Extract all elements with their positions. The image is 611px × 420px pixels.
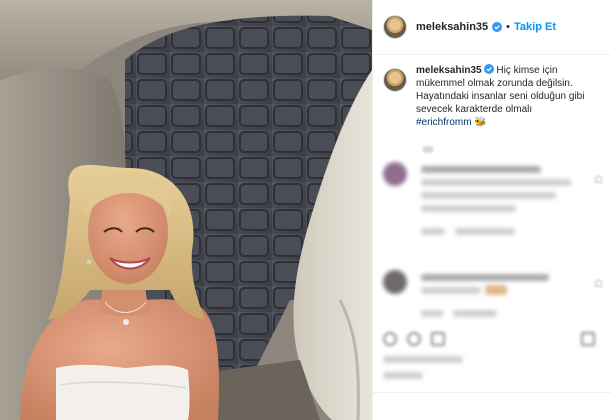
share-icon[interactable] <box>431 332 445 346</box>
caption-avatar[interactable] <box>383 68 407 92</box>
comment-text-blurred <box>421 166 541 173</box>
post-sidebar: meleksahin35 • Takip Et meleksahin35 Hiç… <box>372 0 611 420</box>
bee-emoji: 🐝 <box>474 117 487 128</box>
comment-text-blurred <box>421 205 516 212</box>
comment-emoji-blurred <box>485 285 507 295</box>
comment-meta-blurred <box>421 310 443 317</box>
post-header: meleksahin35 • Takip Et <box>373 0 611 55</box>
comment-like-icon[interactable] <box>595 176 602 183</box>
verified-badge-icon <box>492 22 503 32</box>
caption-timestamp-blurred <box>423 146 433 153</box>
caption-body: meleksahin35 Hiç kimse için mükemmel olm… <box>416 64 602 129</box>
comment-box-divider <box>373 392 611 393</box>
bookmark-icon[interactable] <box>581 332 595 346</box>
caption-username[interactable]: meleksahin35 <box>416 65 482 76</box>
comment-blurred <box>383 162 608 242</box>
comment-meta-blurred <box>453 310 497 317</box>
comment-text-blurred <box>421 287 481 294</box>
comment-like-icon[interactable] <box>595 280 602 287</box>
comment-icon[interactable] <box>407 332 421 346</box>
comment-blurred <box>383 270 608 330</box>
comment-avatar <box>383 270 407 294</box>
comment-text-blurred <box>421 179 571 186</box>
author-avatar[interactable] <box>383 15 407 39</box>
comment-text-blurred <box>421 274 549 281</box>
caption-hashtag[interactable]: #erichfromm <box>416 117 472 128</box>
comment-meta-blurred <box>455 228 515 235</box>
header-separator: • <box>506 21 511 33</box>
comment-avatar <box>383 162 407 186</box>
comment-meta-blurred <box>421 228 445 235</box>
post-modal: meleksahin35 • Takip Et meleksahin35 Hiç… <box>0 0 611 420</box>
caption-verified-badge-icon <box>483 64 494 74</box>
action-bar <box>383 332 603 379</box>
follow-button[interactable]: Takip Et <box>514 21 556 33</box>
post-date-blurred <box>383 372 423 379</box>
likes-count-blurred <box>383 356 463 363</box>
comment-text-blurred <box>421 192 556 199</box>
caption: meleksahin35 Hiç kimse için mükemmel olm… <box>373 64 611 129</box>
author-username[interactable]: meleksahin35 <box>416 21 488 33</box>
heart-icon[interactable] <box>383 332 397 346</box>
post-photo <box>0 0 372 420</box>
